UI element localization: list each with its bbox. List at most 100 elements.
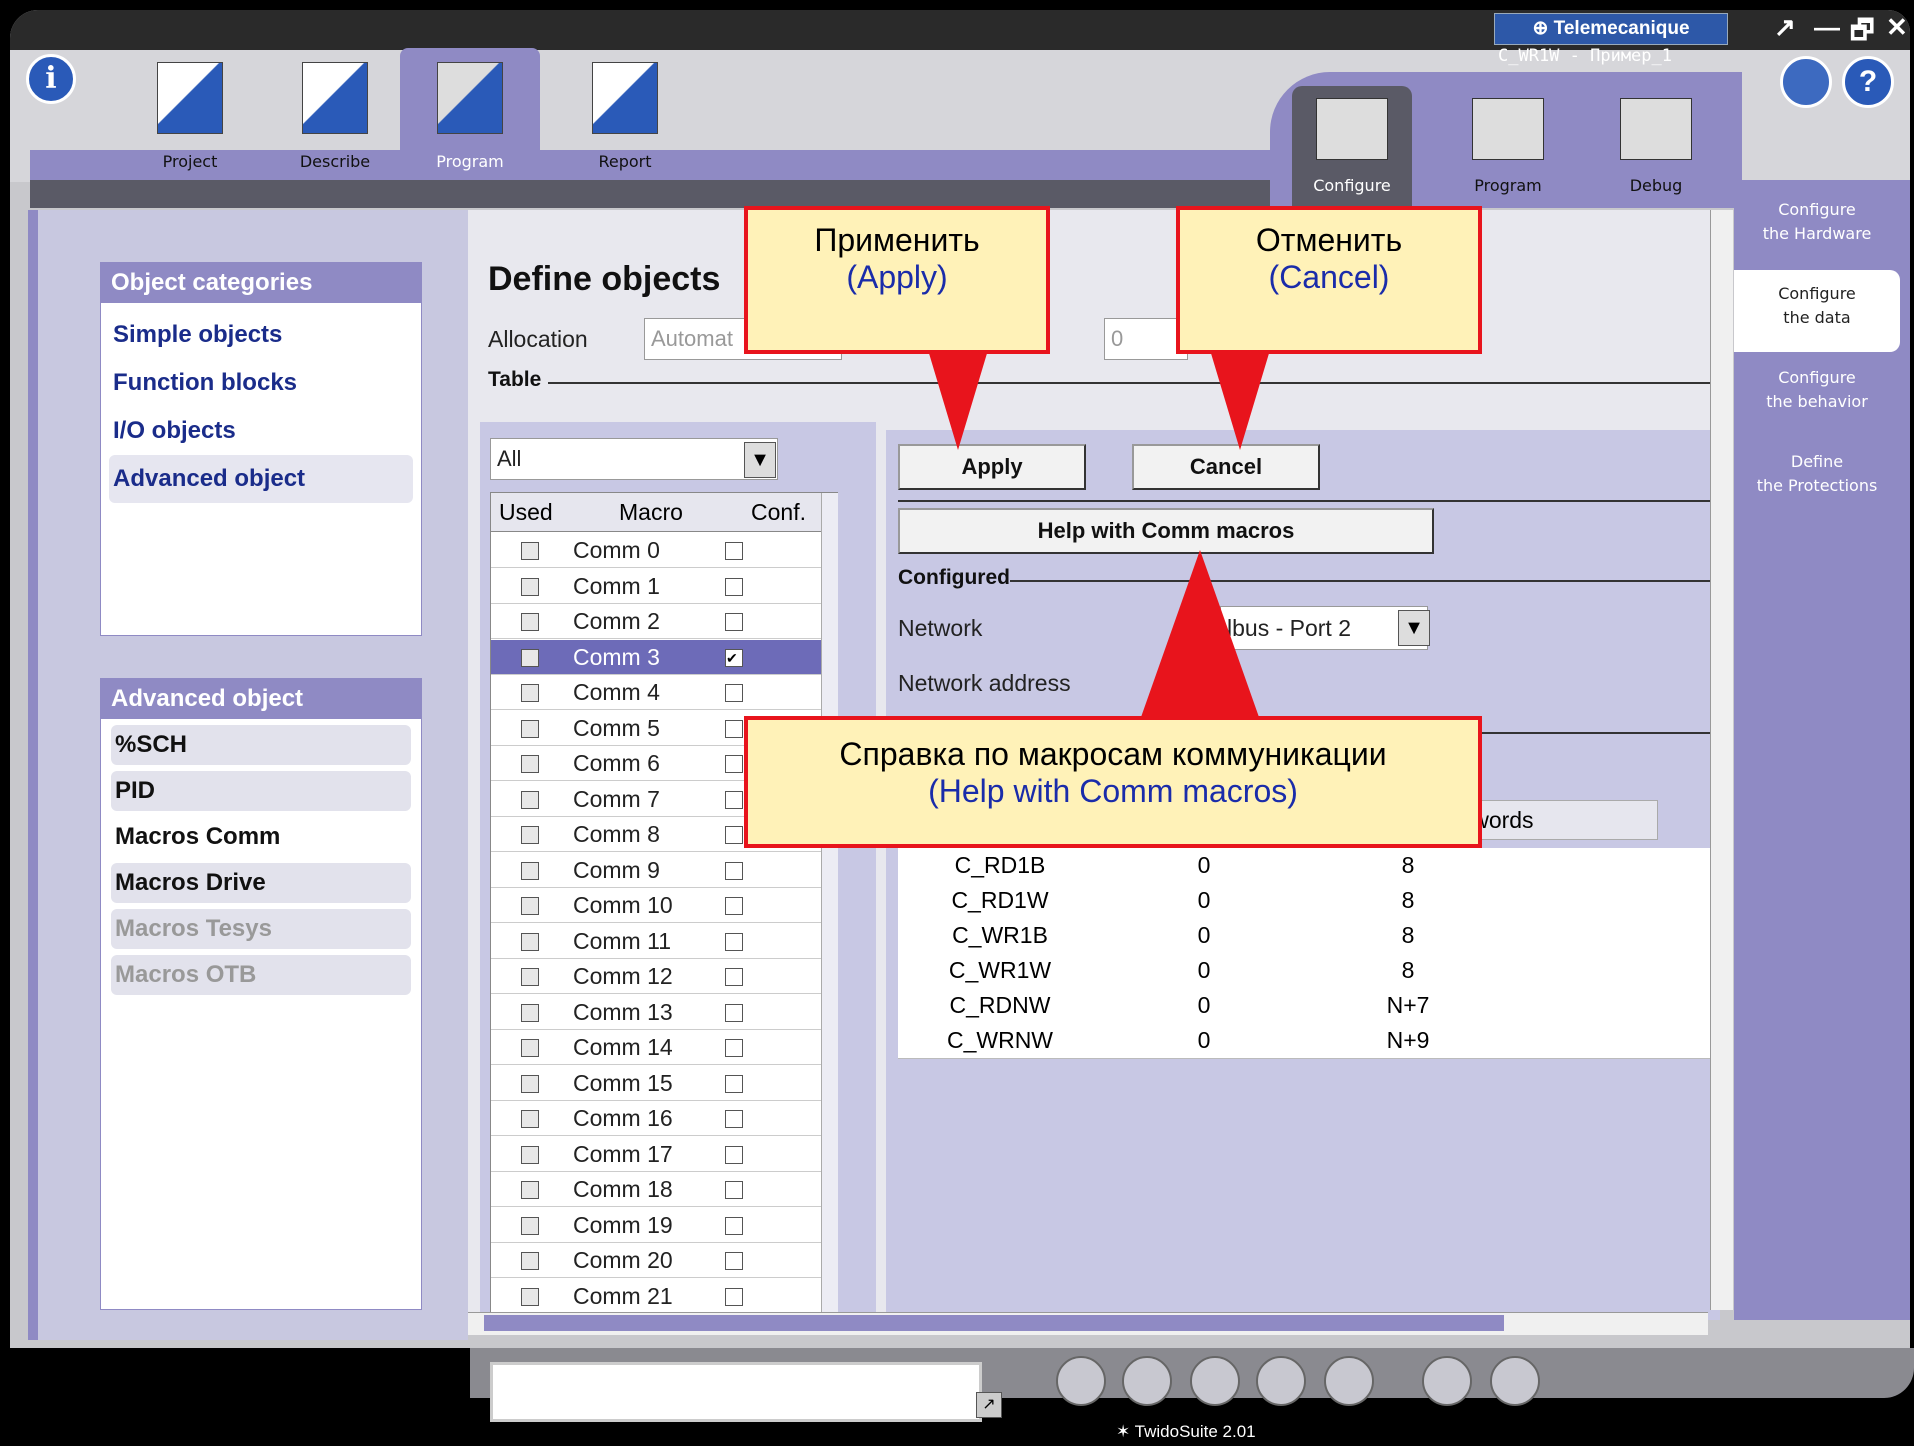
- conf-checkbox[interactable]: [725, 1252, 743, 1270]
- vertical-scrollbar[interactable]: [1710, 210, 1733, 1310]
- conf-checkbox[interactable]: [725, 613, 743, 631]
- used-checkbox[interactable]: [521, 1074, 539, 1093]
- conf-checkbox[interactable]: [725, 968, 743, 986]
- table-row[interactable]: Comm 0: [491, 533, 821, 568]
- conf-checkbox[interactable]: [725, 897, 743, 915]
- conf-checkbox[interactable]: [725, 1003, 743, 1022]
- sub-tab-program[interactable]: Program: [1448, 86, 1568, 206]
- used-checkbox[interactable]: [521, 861, 539, 880]
- adv-item-sch[interactable]: %SCH: [111, 725, 411, 765]
- table-row[interactable]: C_RDNW 0 N+7: [898, 988, 1720, 1024]
- used-checkbox[interactable]: [521, 542, 539, 560]
- s-icon[interactable]: [1324, 1356, 1374, 1406]
- category-function-blocks[interactable]: Function blocks: [101, 359, 421, 407]
- used-checkbox[interactable]: [521, 932, 539, 951]
- network-dropdown-icon[interactable]: ▼: [1398, 610, 1430, 646]
- conf-checkbox[interactable]: [725, 1110, 743, 1128]
- forward-icon[interactable]: [1122, 1356, 1172, 1406]
- help-icon[interactable]: ?: [1842, 56, 1894, 108]
- table-row[interactable]: Comm 4: [491, 675, 821, 710]
- table-row[interactable]: Comm 20: [491, 1243, 821, 1278]
- conf-checkbox[interactable]: [725, 1216, 743, 1235]
- conf-checkbox[interactable]: [725, 1074, 743, 1093]
- table-row[interactable]: C_RD1B 0 8: [898, 848, 1720, 884]
- table-row[interactable]: Comm 11: [491, 924, 821, 959]
- conf-checkbox[interactable]: [725, 1039, 743, 1057]
- tab-report[interactable]: Report: [575, 58, 675, 178]
- maximize-icon[interactable]: 🗗: [1850, 12, 1874, 56]
- used-checkbox[interactable]: [521, 968, 539, 986]
- conf-checkbox[interactable]: ✔: [725, 648, 743, 667]
- category-io-objects[interactable]: I/O objects: [101, 407, 421, 455]
- tab-project[interactable]: Project: [140, 58, 240, 178]
- category-advanced-object[interactable]: Advanced object: [109, 455, 413, 503]
- col-used[interactable]: Used: [499, 499, 553, 526]
- plc-icon[interactable]: [1490, 1356, 1540, 1406]
- used-checkbox[interactable]: [521, 1110, 539, 1128]
- sub-tab-debug[interactable]: Debug: [1596, 86, 1716, 206]
- back-icon[interactable]: [1056, 1356, 1106, 1406]
- used-checkbox[interactable]: [521, 1003, 539, 1022]
- used-checkbox[interactable]: [521, 719, 539, 738]
- scroll-thumb[interactable]: [484, 1315, 1504, 1331]
- horizontal-scrollbar[interactable]: [468, 1312, 1708, 1335]
- apply-button[interactable]: Apply: [898, 444, 1086, 490]
- grid-scrollbar[interactable]: [821, 493, 838, 1313]
- used-checkbox[interactable]: [521, 1181, 539, 1199]
- used-checkbox[interactable]: [521, 826, 539, 844]
- used-checkbox[interactable]: [521, 1039, 539, 1057]
- table-row[interactable]: C_RD1W 0 8: [898, 883, 1720, 919]
- conf-checkbox[interactable]: [725, 932, 743, 951]
- used-checkbox[interactable]: [521, 755, 539, 773]
- side-nav-define-protections[interactable]: Define the Protections: [1734, 450, 1900, 498]
- used-checkbox[interactable]: [521, 1145, 539, 1164]
- side-nav-configure-behavior[interactable]: Configure the behavior: [1734, 366, 1900, 414]
- close-icon[interactable]: ✕: [1886, 12, 1908, 43]
- table-row[interactable]: Comm 12: [491, 959, 821, 994]
- expand-icon[interactable]: ↗: [976, 1392, 1002, 1418]
- table-row[interactable]: Comm 14: [491, 1030, 821, 1065]
- conf-checkbox[interactable]: [725, 826, 743, 844]
- table-row[interactable]: C_WR1W 0 8: [898, 953, 1720, 989]
- table-row[interactable]: C_WR1B 0 8: [898, 918, 1720, 954]
- conf-checkbox[interactable]: [725, 1287, 743, 1306]
- col-conf[interactable]: Conf.: [751, 499, 806, 526]
- conf-checkbox[interactable]: [725, 684, 743, 702]
- conf-checkbox[interactable]: [725, 755, 743, 773]
- category-simple-objects[interactable]: Simple objects: [101, 311, 421, 359]
- table-row[interactable]: Comm 13: [491, 995, 821, 1030]
- cancel-button[interactable]: Cancel: [1132, 444, 1320, 490]
- used-checkbox[interactable]: [521, 1252, 539, 1270]
- used-checkbox[interactable]: [521, 684, 539, 702]
- used-checkbox[interactable]: [521, 1216, 539, 1235]
- sub-tab-configure[interactable]: Configure: [1292, 86, 1412, 206]
- conf-checkbox[interactable]: [725, 861, 743, 880]
- restore-icon[interactable]: ↗: [1774, 12, 1796, 43]
- status-field[interactable]: [490, 1362, 982, 1422]
- table-row[interactable]: Comm 9: [491, 853, 821, 888]
- table-row[interactable]: Comm 15: [491, 1066, 821, 1101]
- table-row[interactable]: Comm 18: [491, 1172, 821, 1207]
- table-row[interactable]: Comm 2: [491, 604, 821, 639]
- table-row[interactable]: Comm 3 ✔: [491, 639, 821, 675]
- used-checkbox[interactable]: [521, 897, 539, 915]
- table-row[interactable]: Comm 10: [491, 888, 821, 923]
- table-row[interactable]: Comm 17: [491, 1137, 821, 1172]
- conf-checkbox[interactable]: [725, 1145, 743, 1164]
- help-comm-macros-button[interactable]: Help with Comm macros: [898, 508, 1434, 554]
- table-row[interactable]: Comm 1: [491, 569, 821, 604]
- tab-program[interactable]: Program: [420, 58, 520, 178]
- table-row[interactable]: Comm 19: [491, 1208, 821, 1243]
- minimize-icon[interactable]: —: [1814, 12, 1840, 43]
- used-checkbox[interactable]: [521, 1287, 539, 1306]
- table-row[interactable]: Comm 16: [491, 1101, 821, 1136]
- conf-checkbox[interactable]: [725, 1181, 743, 1199]
- side-nav-configure-data[interactable]: Configure the data: [1734, 270, 1900, 352]
- side-nav-configure-hardware[interactable]: Configure the Hardware: [1734, 198, 1900, 246]
- adv-item-pid[interactable]: PID: [111, 771, 411, 811]
- table-row[interactable]: Comm 21: [491, 1279, 821, 1314]
- tab-describe[interactable]: Describe: [285, 58, 385, 178]
- adv-item-macros-drive[interactable]: Macros Drive: [111, 863, 411, 903]
- used-checkbox[interactable]: [521, 613, 539, 631]
- used-checkbox[interactable]: [521, 790, 539, 809]
